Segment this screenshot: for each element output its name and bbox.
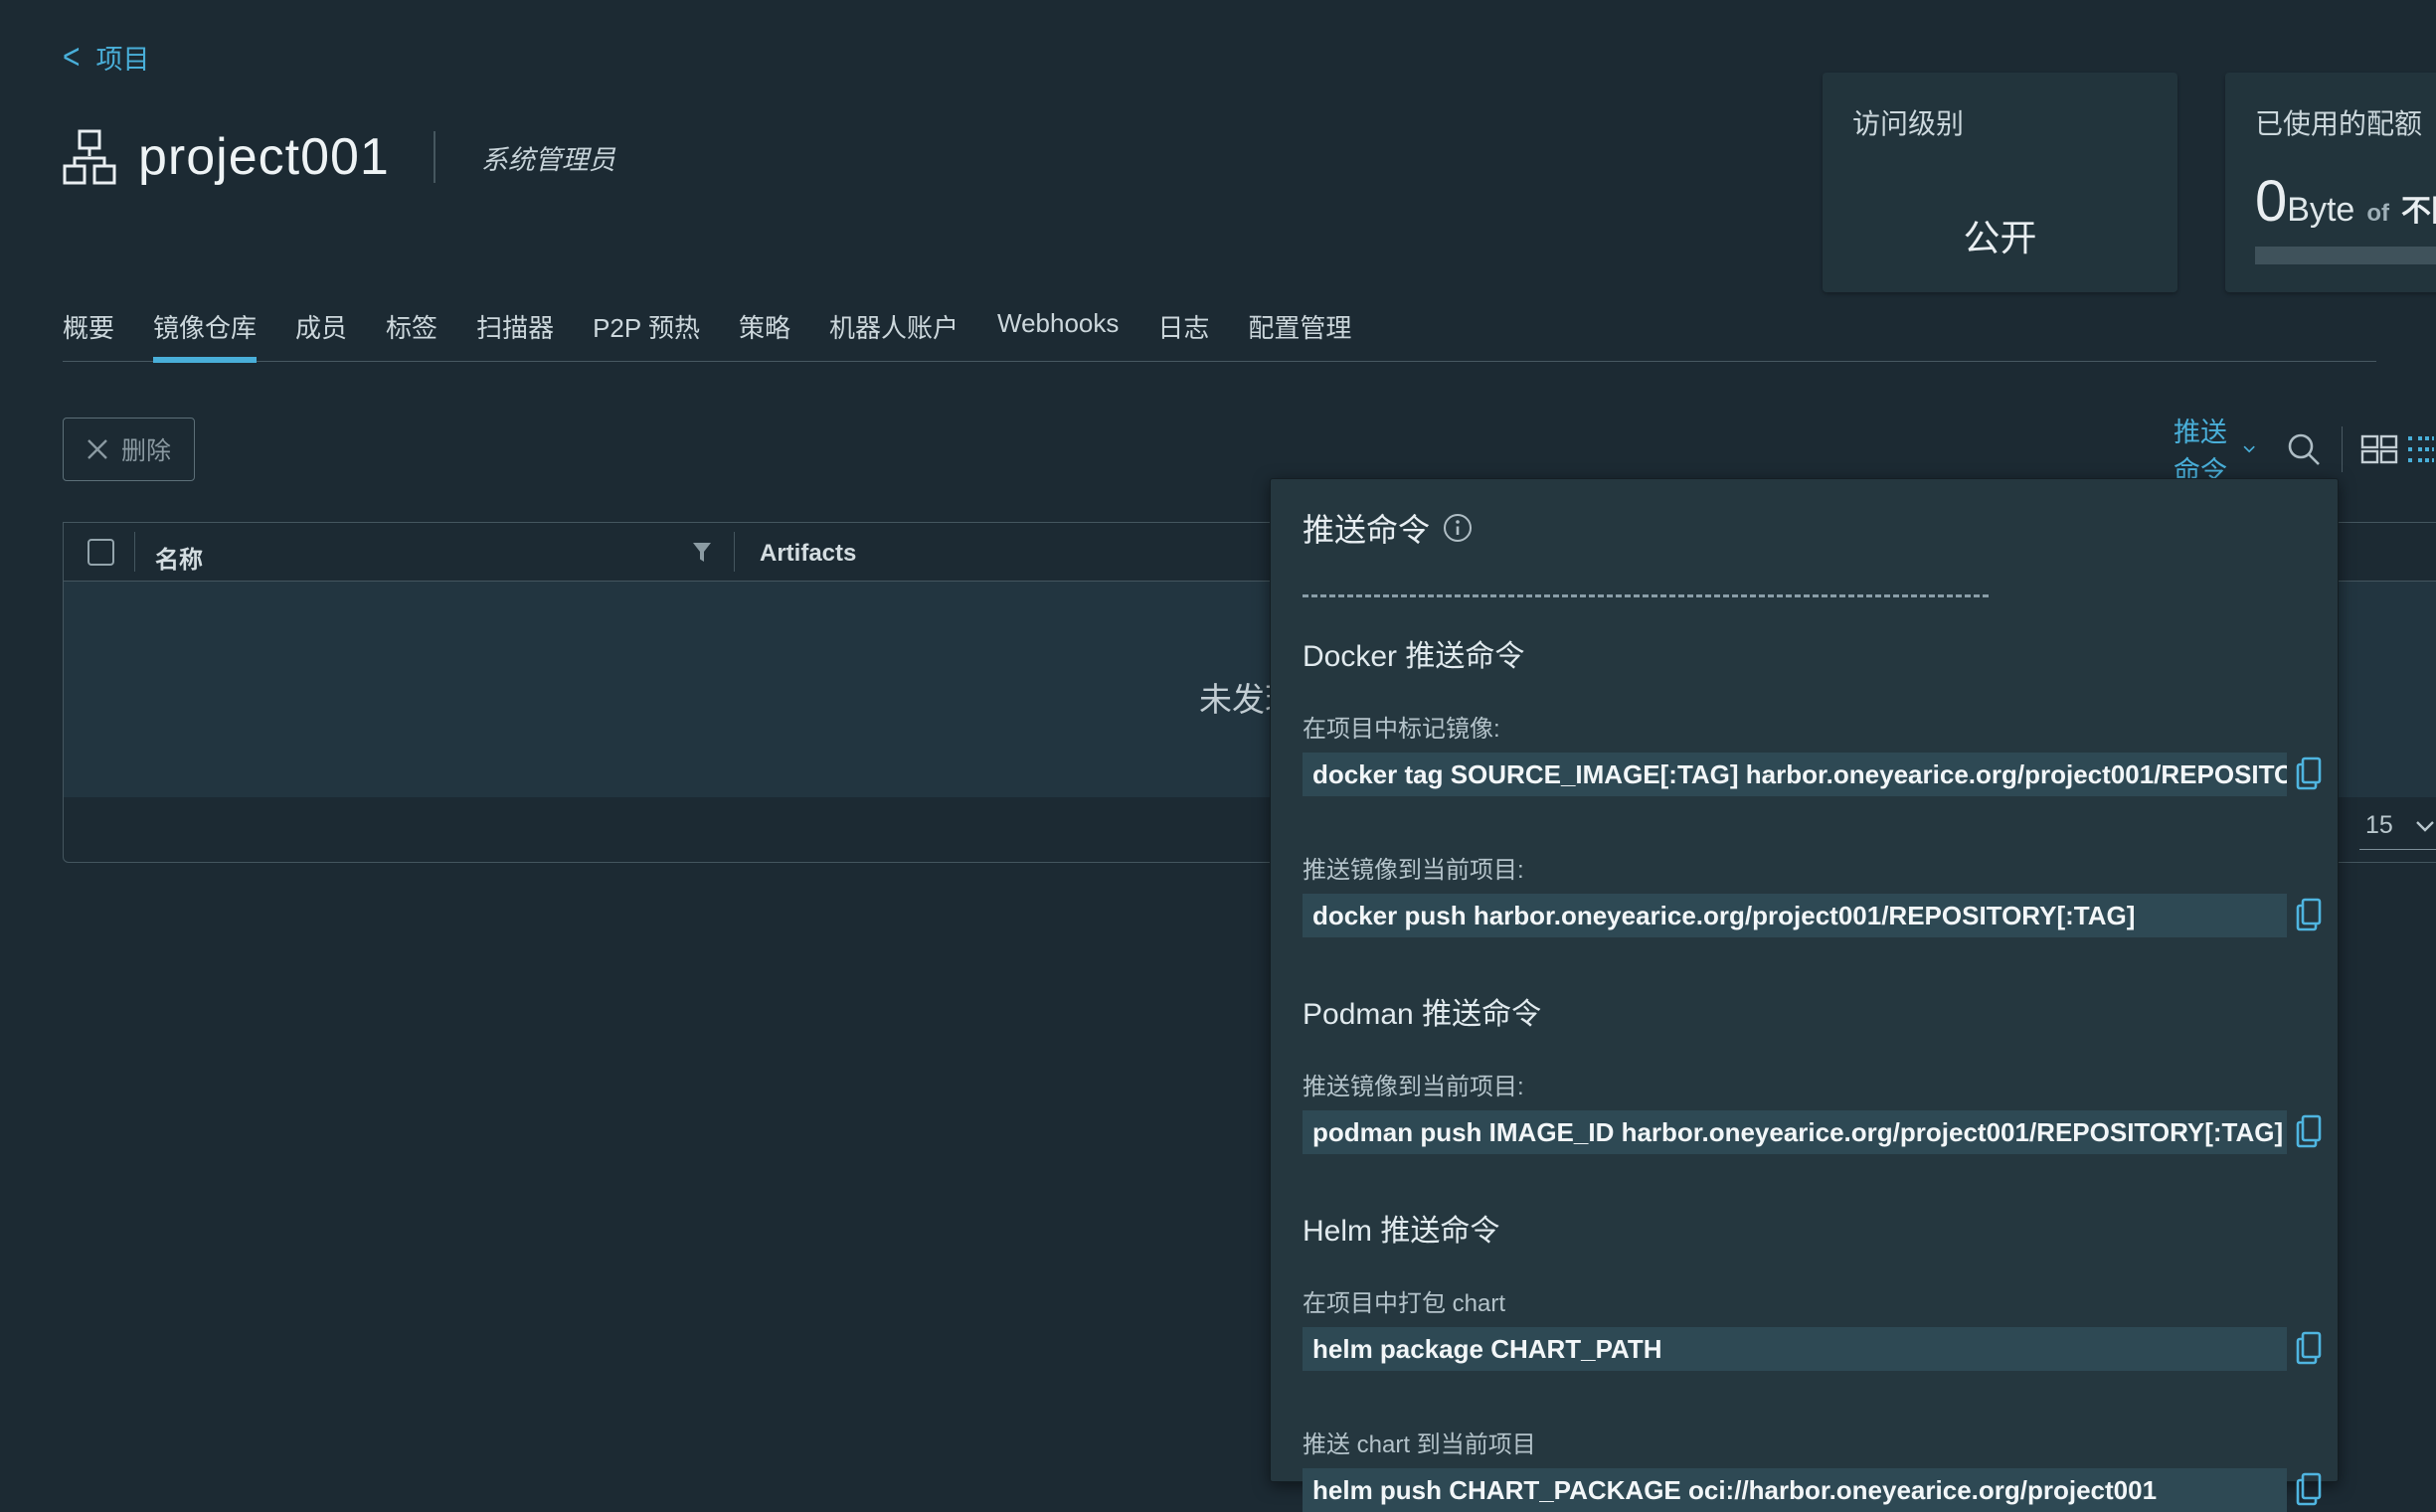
toolbar-divider	[2342, 426, 2343, 472]
copy-icon	[2294, 1114, 2326, 1150]
project-tabs: 概要 镜像仓库 成员 标签 扫描器 P2P 预热 策略 机器人账户 Webhoo…	[63, 308, 2376, 362]
command-code[interactable]: podman push IMAGE_ID harbor.oneyearice.o…	[1303, 1110, 2287, 1154]
breadcrumb-label: 项目	[96, 38, 150, 77]
column-header-artifacts: Artifacts	[760, 540, 856, 568]
command-label: 在项目中标记镜像:	[1303, 709, 2326, 744]
quota-progress-bar	[2255, 247, 2436, 264]
project-icon	[63, 129, 116, 185]
close-icon	[87, 438, 108, 460]
page-size-select[interactable]: 15	[2359, 811, 2436, 850]
copy-button[interactable]	[2294, 756, 2326, 792]
column-header-name: 名称	[155, 540, 203, 575]
section-title-podman: Podman 推送命令	[1303, 989, 2326, 1033]
quota-label: 已使用的配额	[2255, 102, 2436, 142]
select-all-checkbox[interactable]	[87, 539, 114, 566]
tab-summary[interactable]: 概要	[63, 308, 114, 345]
push-command-popup: 推送命令 Docker 推送命令 在项目中标记镜像: docker tag SO…	[1270, 478, 2339, 1482]
page-title: project001	[138, 127, 390, 187]
command-code[interactable]: docker tag SOURCE_IMAGE[:TAG] harbor.one…	[1303, 753, 2287, 796]
delete-button-label: 删除	[121, 431, 171, 467]
quota-card: 已使用的配额 0 Byte of 不限制	[2225, 73, 2436, 292]
command-block: 在项目中标记镜像: docker tag SOURCE_IMAGE[:TAG] …	[1303, 709, 2326, 796]
info-icon[interactable]	[1443, 513, 1473, 543]
access-level-value: 公开	[1852, 208, 2148, 261]
push-command-label: 推送命令	[2174, 411, 2233, 488]
popup-title: 推送命令	[1303, 505, 1430, 551]
column-divider	[134, 532, 135, 572]
user-role-label: 系统管理员	[481, 138, 615, 177]
copy-button[interactable]	[2294, 1472, 2326, 1508]
command-code[interactable]: docker push harbor.oneyearice.org/projec…	[1303, 894, 2287, 937]
command-block: 推送镜像到当前项目: docker push harbor.oneyearice…	[1303, 850, 2326, 937]
tab-logs[interactable]: 日志	[1157, 308, 1209, 345]
command-block: 推送镜像到当前项目: podman push IMAGE_ID harbor.o…	[1303, 1067, 2326, 1154]
command-code[interactable]: helm push CHART_PACKAGE oci://harbor.one…	[1303, 1468, 2287, 1512]
command-block: 推送 chart 到当前项目 helm push CHART_PACKAGE o…	[1303, 1425, 2326, 1512]
copy-icon	[2294, 756, 2326, 792]
tab-repositories[interactable]: 镜像仓库	[153, 308, 257, 345]
command-block: 在项目中打包 chart helm package CHART_PATH	[1303, 1283, 2326, 1371]
copy-icon	[2294, 898, 2326, 933]
quota-unit: Byte	[2287, 191, 2354, 230]
delete-button[interactable]: 删除	[63, 418, 195, 481]
copy-button[interactable]	[2294, 1331, 2326, 1367]
chevron-down-icon	[2415, 820, 2435, 832]
view-toggle-group	[2360, 433, 2436, 465]
tab-scanner[interactable]: 扫描器	[476, 308, 554, 345]
filter-icon[interactable]	[692, 542, 712, 564]
chevron-down-icon	[2243, 442, 2255, 456]
command-label: 推送镜像到当前项目:	[1303, 1067, 2326, 1101]
breadcrumb-back-projects[interactable]: < 项目	[63, 38, 150, 77]
access-level-label: 访问级别	[1852, 102, 2148, 142]
chevron-left-icon: <	[63, 37, 81, 78]
page-size-value: 15	[2365, 811, 2393, 840]
section-title-docker: Docker 推送命令	[1303, 631, 2326, 675]
copy-icon	[2294, 1472, 2326, 1508]
column-divider	[734, 532, 735, 572]
card-view-icon[interactable]	[2360, 433, 2398, 465]
copy-button[interactable]	[2294, 1114, 2326, 1150]
popup-header: 推送命令	[1303, 505, 2326, 551]
quota-limit: 不限制	[2401, 186, 2436, 230]
section-title-helm: Helm 推送命令	[1303, 1206, 2326, 1250]
tab-p2p-preheat[interactable]: P2P 预热	[593, 308, 700, 345]
copy-icon	[2294, 1331, 2326, 1367]
tab-labels[interactable]: 标签	[386, 308, 437, 345]
tab-webhooks[interactable]: Webhooks	[997, 308, 1119, 345]
tab-policy[interactable]: 策略	[739, 308, 790, 345]
command-label: 在项目中打包 chart	[1303, 1283, 2326, 1318]
list-view-icon[interactable]	[2406, 433, 2436, 465]
search-icon[interactable]	[2286, 431, 2322, 467]
repo-toolbar-right: 推送命令	[2174, 418, 2436, 481]
quota-value: 0 Byte of 不限制	[2255, 168, 2436, 235]
title-divider	[434, 131, 435, 183]
quota-used: 0	[2255, 168, 2287, 235]
command-label: 推送镜像到当前项目:	[1303, 850, 2326, 885]
dashed-divider	[1303, 594, 1989, 597]
project-header: project001 系统管理员	[63, 127, 615, 187]
copy-button[interactable]	[2294, 898, 2326, 933]
tab-robot-accounts[interactable]: 机器人账户	[829, 308, 958, 345]
push-command-toggle[interactable]: 推送命令	[2174, 411, 2256, 488]
quota-of-label: of	[2366, 200, 2389, 228]
command-label: 推送 chart 到当前项目	[1303, 1425, 2326, 1459]
tab-members[interactable]: 成员	[295, 308, 347, 345]
command-code[interactable]: helm package CHART_PATH	[1303, 1327, 2287, 1371]
access-level-card: 访问级别 公开	[1823, 73, 2177, 292]
tab-configuration[interactable]: 配置管理	[1248, 308, 1351, 345]
